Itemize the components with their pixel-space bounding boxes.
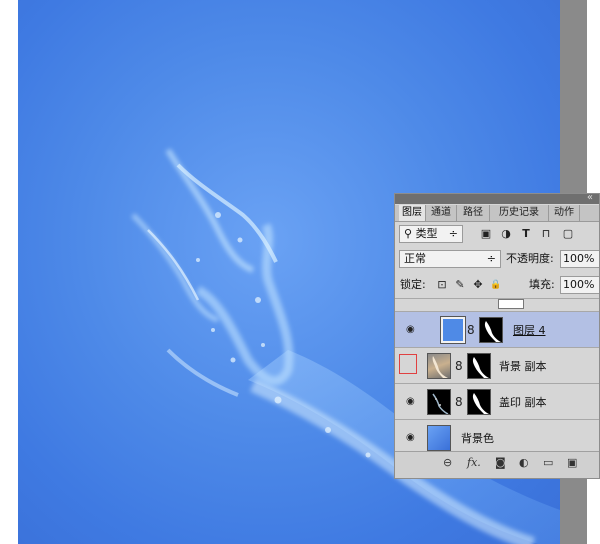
filter-row: ⚲ 类型 ÷ ▣ ◑ T ⊓ ▢ bbox=[395, 225, 599, 245]
fill-label: 填充: bbox=[529, 278, 555, 291]
new-layer-icon[interactable]: ▣ bbox=[567, 456, 577, 469]
fill-input[interactable]: 100% bbox=[560, 276, 599, 294]
add-mask-icon[interactable]: ◙ bbox=[495, 456, 506, 469]
panel-tabs: 图层 通道 路径 历史记录 动作 bbox=[395, 205, 599, 222]
layer-thumbnail bbox=[498, 299, 524, 309]
filter-label: 类型 bbox=[415, 227, 438, 240]
hand-mask-icon bbox=[484, 321, 501, 342]
blend-mode-select[interactable]: 正常 ÷ bbox=[399, 250, 501, 268]
chain-link-icon[interactable]: 8 bbox=[455, 359, 463, 373]
tab-layers[interactable]: 图层 bbox=[399, 205, 426, 221]
layer-row[interactable]: ◉ 8 盖印 副本 bbox=[395, 383, 599, 420]
filter-smart-object-icon[interactable]: ▢ bbox=[561, 226, 575, 242]
filter-adjustment-icon[interactable]: ◑ bbox=[499, 226, 513, 242]
opacity-input[interactable]: 100% bbox=[560, 250, 599, 268]
fx-icon[interactable]: fx. bbox=[467, 456, 481, 469]
lock-label: 锁定: bbox=[400, 278, 426, 291]
blend-mode-value: 正常 bbox=[404, 252, 426, 265]
hand-mask-icon bbox=[472, 393, 489, 414]
tab-paths[interactable]: 路径 bbox=[457, 205, 490, 221]
layer-name[interactable]: 盖印 副本 bbox=[499, 394, 547, 410]
layer-thumbnail bbox=[427, 353, 451, 379]
lock-brush-icon[interactable]: ✎ bbox=[453, 277, 467, 293]
layer-row-partial[interactable] bbox=[395, 298, 599, 312]
search-icon: ⚲ bbox=[404, 227, 416, 240]
lock-row: 锁定: ⊡ ✎ ✥ 🔒 填充: 100% bbox=[395, 276, 599, 296]
layer-row[interactable]: 8 背景 副本 bbox=[395, 347, 599, 384]
hand-photo-icon bbox=[432, 356, 448, 378]
glass-hand-thumb-icon bbox=[432, 393, 449, 415]
collapse-icon[interactable]: « bbox=[587, 194, 593, 203]
chevron-down-icon: ÷ bbox=[486, 252, 496, 265]
eye-icon[interactable]: ◉ bbox=[406, 324, 415, 335]
layer-thumbnail bbox=[427, 425, 451, 451]
adjustment-layer-icon[interactable]: ◐ bbox=[519, 456, 529, 469]
lock-pixels-icon[interactable]: ⊡ bbox=[435, 277, 449, 293]
chain-link-icon[interactable]: 8 bbox=[455, 395, 463, 409]
filter-shape-icon[interactable]: ⊓ bbox=[539, 226, 553, 242]
tab-history[interactable]: 历史记录 bbox=[490, 205, 549, 221]
blend-row: 正常 ÷ 不透明度: 100% bbox=[395, 250, 599, 270]
lock-move-icon[interactable]: ✥ bbox=[471, 277, 485, 293]
visibility-toggle-off[interactable] bbox=[399, 354, 417, 374]
layer-thumbnail bbox=[427, 389, 451, 415]
tab-channels[interactable]: 通道 bbox=[426, 205, 457, 221]
tab-actions[interactable]: 动作 bbox=[549, 205, 580, 221]
lock-all-icon[interactable]: 🔒 bbox=[489, 277, 503, 293]
layer-name[interactable]: 背景色 bbox=[461, 430, 494, 446]
layer-name[interactable]: 背景 副本 bbox=[499, 358, 547, 374]
link-layers-icon[interactable]: ⊖ bbox=[443, 456, 452, 469]
opacity-label: 不透明度: bbox=[506, 252, 554, 265]
eye-icon[interactable]: ◉ bbox=[406, 432, 415, 443]
layer-name[interactable]: 图层 4 bbox=[513, 322, 546, 338]
layer-mask-thumbnail[interactable] bbox=[467, 389, 491, 415]
layer-filter-select[interactable]: ⚲ 类型 ÷ bbox=[399, 225, 463, 243]
layer-mask-thumbnail[interactable] bbox=[479, 317, 503, 343]
eye-icon[interactable]: ◉ bbox=[406, 396, 415, 407]
chevron-down-icon: ÷ bbox=[448, 227, 458, 240]
hand-mask-icon bbox=[472, 357, 489, 378]
chain-link-icon[interactable]: 8 bbox=[467, 323, 475, 337]
layer-row[interactable]: ◉ 8 图层 4 bbox=[395, 311, 599, 348]
layers-panel: « 图层 通道 路径 历史记录 动作 ⚲ 类型 ÷ ▣ ◑ T ⊓ ▢ 正常 ÷… bbox=[394, 193, 600, 479]
filter-text-icon[interactable]: T bbox=[519, 226, 533, 242]
layer-thumbnail bbox=[440, 316, 466, 344]
panel-collapse-bar[interactable]: « bbox=[395, 194, 599, 204]
panel-bottom-bar: ⊖ fx. ◙ ◐ ▭ ▣ bbox=[395, 451, 599, 478]
filter-pixel-icon[interactable]: ▣ bbox=[479, 226, 493, 242]
folder-icon[interactable]: ▭ bbox=[543, 456, 553, 469]
layer-mask-thumbnail[interactable] bbox=[467, 353, 491, 379]
